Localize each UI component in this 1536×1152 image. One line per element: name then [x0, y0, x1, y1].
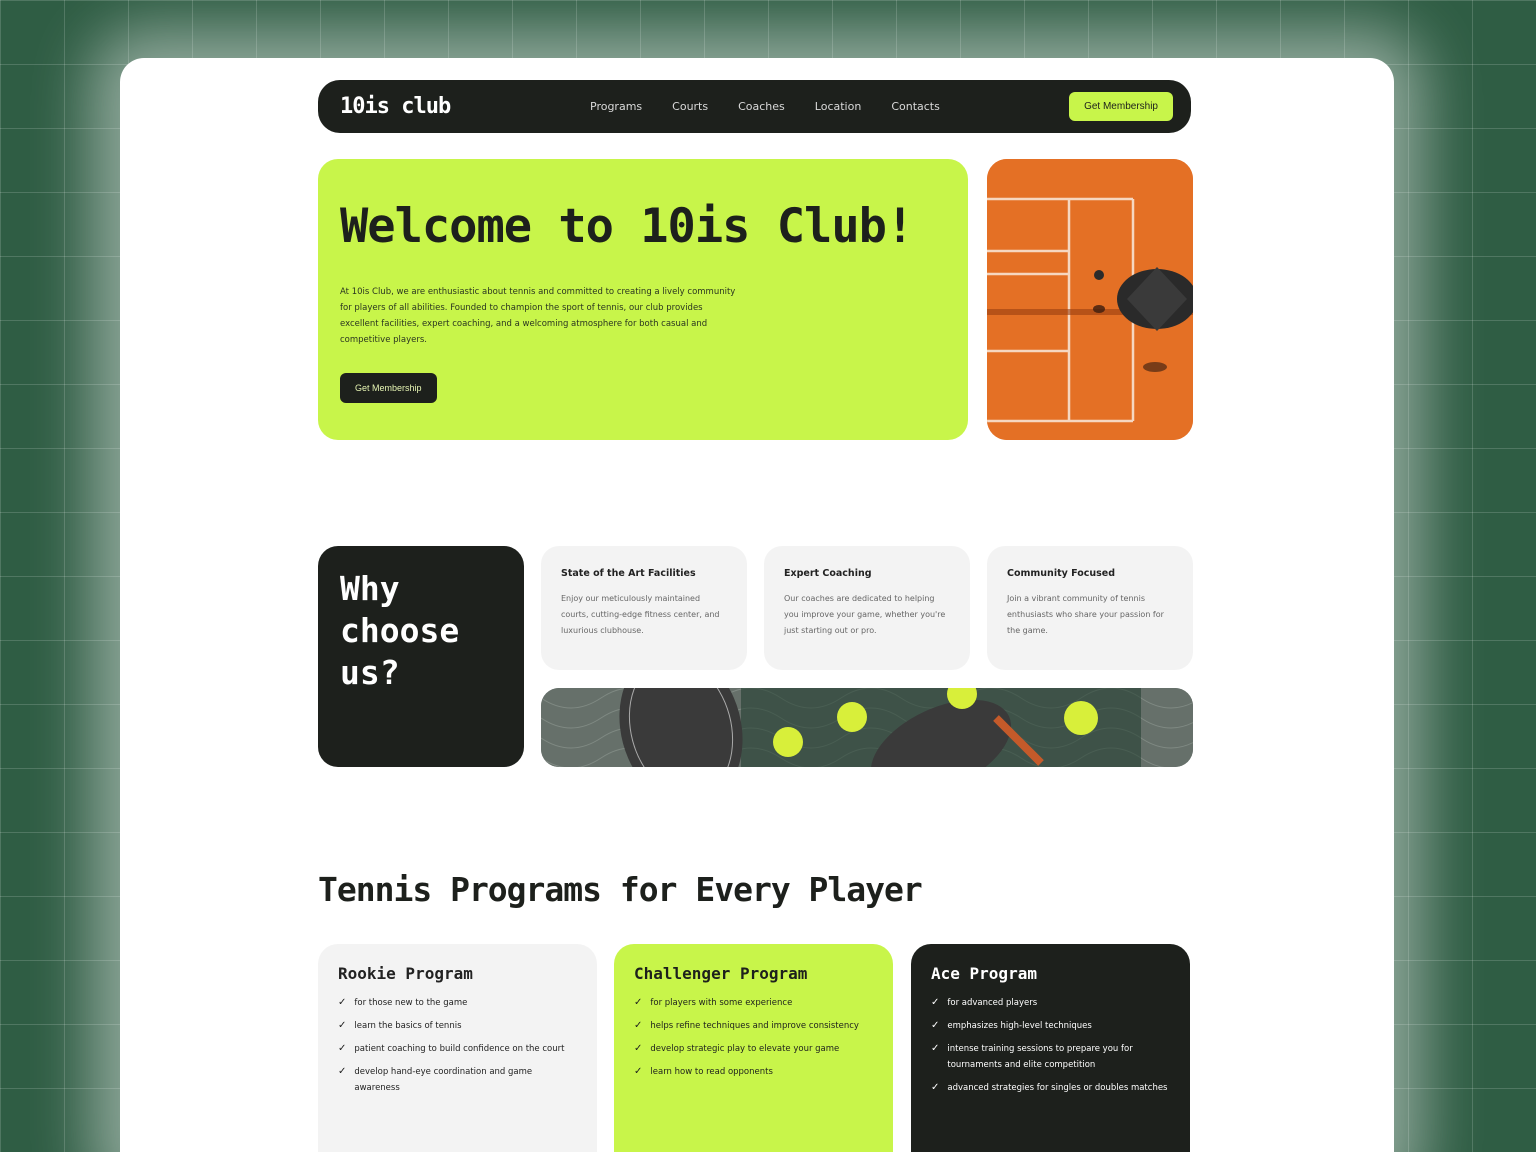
list-item: ✓ for advanced players: [931, 995, 1170, 1011]
list-item: ✓ helps refine techniques and improve con…: [634, 1018, 873, 1034]
program-name: Challenger Program: [634, 964, 808, 983]
programs-title: Tennis Programs for Every Player: [318, 870, 923, 909]
check-icon: ✓: [931, 1082, 940, 1093]
program-card-ace[interactable]: Ace Program ✓ for advanced players ✓ empha…: [911, 944, 1190, 1152]
point-text: for players with some experience: [650, 998, 793, 1008]
feature-card-facilities: State of the Art Facilities Enjoy our me…: [541, 546, 747, 670]
point-text: patient coaching to build confidence on …: [354, 1044, 565, 1054]
list-item: ✓ for those new to the game: [338, 995, 577, 1011]
feature-title: Community Focused: [1007, 568, 1116, 579]
why-title: Why choose us?: [340, 569, 460, 692]
check-icon: ✓: [634, 1066, 643, 1077]
nav-links: Programs Courts Coaches Location Contact…: [590, 100, 1069, 113]
program-card-rookie[interactable]: Rookie Program ✓ for those new to the gam…: [318, 944, 597, 1152]
hero-description: At 10is Club, we are enthusiastic about …: [340, 287, 736, 345]
why-choose-us-card: Why choose us?: [318, 546, 524, 767]
point-text: learn how to read opponents: [650, 1067, 773, 1077]
check-icon: ✓: [338, 1066, 347, 1077]
point-text: learn the basics of tennis: [354, 1021, 462, 1031]
feature-text: Our coaches are dedicated to helping you…: [784, 594, 946, 635]
program-name: Ace Program: [931, 964, 1037, 983]
check-icon: ✓: [931, 1043, 940, 1054]
nav-membership-button[interactable]: Get Membership: [1069, 92, 1173, 121]
check-icon: ✓: [931, 1020, 940, 1031]
list-item: ✓ advanced strategies for singles or doub…: [931, 1080, 1170, 1096]
rackets-and-balls-image: [541, 688, 1193, 767]
program-points: ✓ for players with some experience ✓ helps…: [634, 995, 873, 1080]
feature-text: Enjoy our meticulously maintained courts…: [561, 594, 720, 635]
feature-card-coaching: Expert Coaching Our coaches are dedicate…: [764, 546, 970, 670]
list-item: ✓ for players with some experience: [634, 995, 873, 1011]
nav-link-programs[interactable]: Programs: [590, 100, 642, 113]
program-name: Rookie Program: [338, 964, 473, 983]
point-text: emphasizes high-level techniques: [947, 1021, 1092, 1031]
check-icon: ✓: [634, 1043, 643, 1054]
feature-text: Join a vibrant community of tennis enthu…: [1007, 594, 1164, 635]
list-item: ✓ patient coaching to build confidence on…: [338, 1041, 577, 1057]
list-item: ✓ develop hand-eye coordination and game …: [338, 1064, 577, 1096]
hero-title: Welcome to 10is Club!: [340, 199, 914, 254]
page-frame: 10is club Programs Courts Coaches Locati…: [120, 58, 1394, 1152]
check-icon: ✓: [931, 997, 940, 1008]
nav-link-coaches[interactable]: Coaches: [738, 100, 785, 113]
point-text: for those new to the game: [354, 998, 468, 1008]
list-item: ✓ emphasizes high-level techniques: [931, 1018, 1170, 1034]
list-item: ✓ learn how to read opponents: [634, 1064, 873, 1080]
list-item: ✓ intense training sessions to prepare yo…: [931, 1041, 1170, 1073]
point-text: develop hand-eye coordination and game a…: [354, 1067, 533, 1093]
check-icon: ✓: [634, 997, 643, 1008]
check-icon: ✓: [338, 1043, 347, 1054]
check-icon: ✓: [634, 1020, 643, 1031]
hero-card: Welcome to 10is Club! At 10is Club, we a…: [318, 159, 968, 440]
feature-title: Expert Coaching: [784, 568, 872, 579]
point-text: for advanced players: [947, 998, 1038, 1008]
point-text: helps refine techniques and improve cons…: [650, 1021, 859, 1031]
check-icon: ✓: [338, 997, 347, 1008]
program-points: ✓ for those new to the game ✓ learn the ba…: [338, 995, 577, 1096]
nav-link-location[interactable]: Location: [815, 100, 862, 113]
feature-card-community: Community Focused Join a vibrant communi…: [987, 546, 1193, 670]
nav-link-contacts[interactable]: Contacts: [891, 100, 940, 113]
point-text: intense training sessions to prepare you…: [947, 1044, 1133, 1070]
feature-title: State of the Art Facilities: [561, 568, 696, 579]
program-points: ✓ for advanced players ✓ emphasizes high-l…: [931, 995, 1170, 1096]
list-item: ✓ develop strategic play to elevate your …: [634, 1041, 873, 1057]
top-nav: 10is club Programs Courts Coaches Locati…: [318, 80, 1191, 133]
nav-link-courts[interactable]: Courts: [672, 100, 708, 113]
list-item: ✓ learn the basics of tennis: [338, 1018, 577, 1034]
tennis-court-image: [987, 159, 1193, 440]
check-icon: ✓: [338, 1020, 347, 1031]
site-logo[interactable]: 10is club: [340, 94, 540, 119]
hero-membership-button[interactable]: Get Membership: [340, 373, 437, 403]
point-text: advanced strategies for singles or doubl…: [947, 1083, 1168, 1093]
point-text: develop strategic play to elevate your g…: [650, 1044, 840, 1054]
program-card-challenger[interactable]: Challenger Program ✓ for players with som…: [614, 944, 893, 1152]
